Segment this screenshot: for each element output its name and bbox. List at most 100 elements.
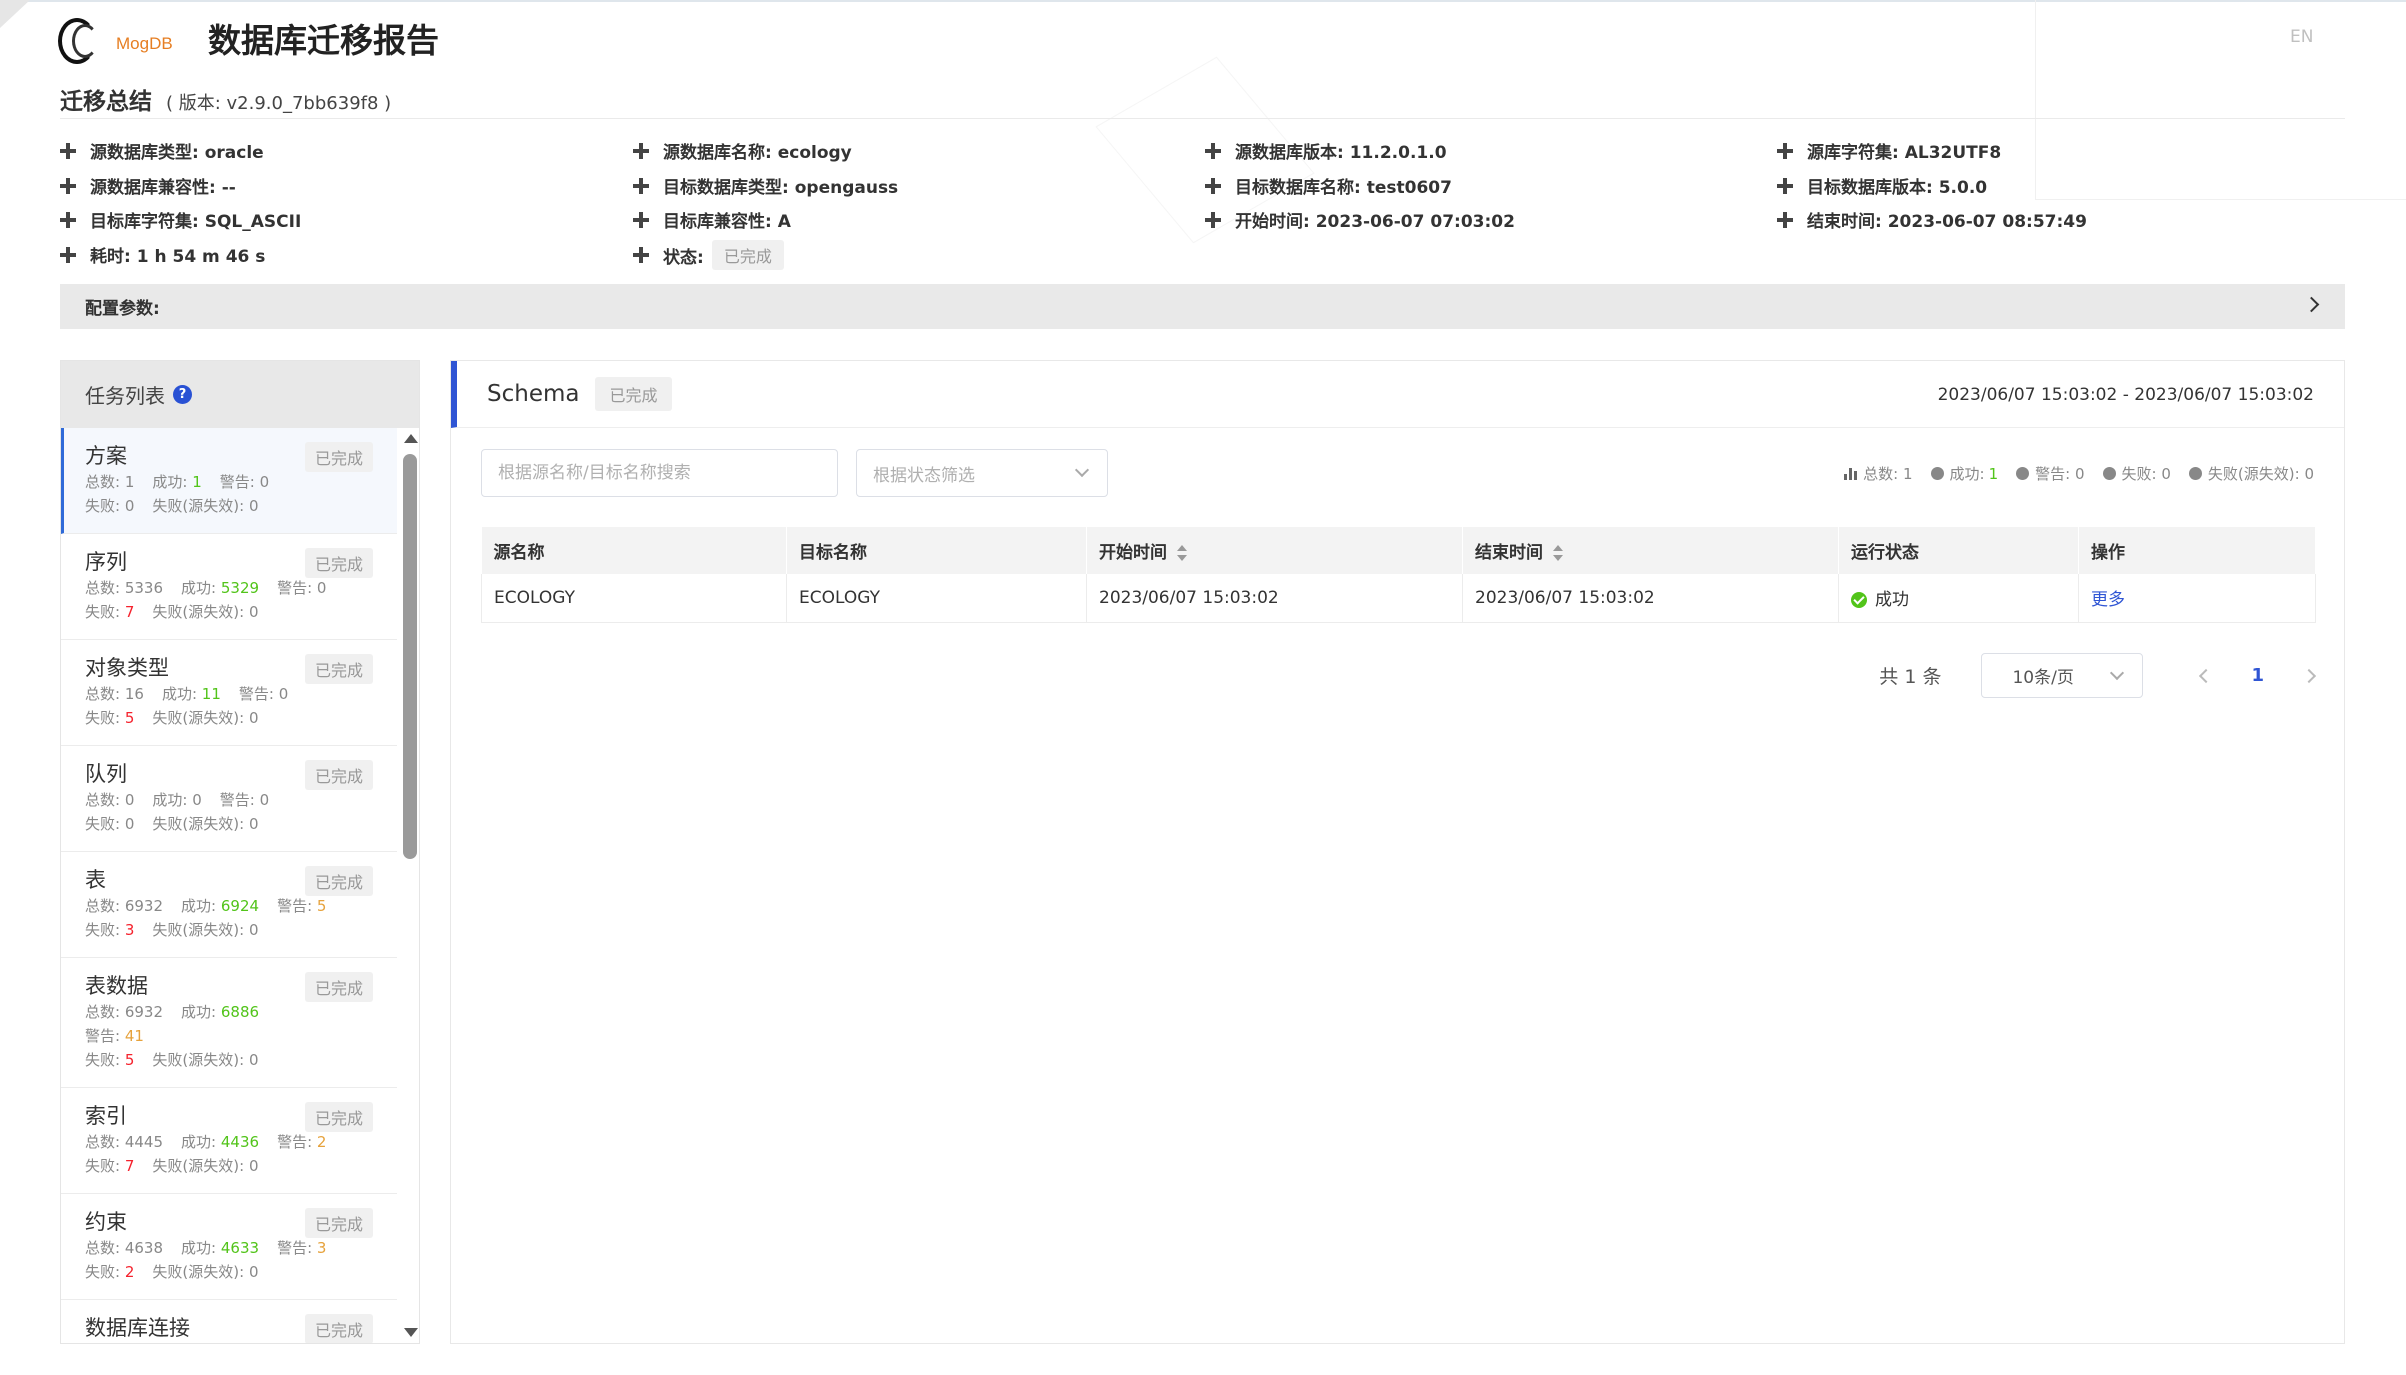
column-header-action: 操作 <box>2078 527 2316 574</box>
cell-status: 成功 <box>1838 574 2079 623</box>
task-list-scrollbar[interactable] <box>400 428 419 1343</box>
divider <box>60 118 2345 119</box>
close-circle-icon <box>2102 467 2116 480</box>
diamond-icon <box>1777 211 1793 228</box>
detail-header: Schema 已完成 2023/06/07 15:03:02 - 2023/06… <box>451 361 2344 428</box>
task-stats: 总数: 4445 成功: 4436 警告: 2 失败: 7 失败(源失效): 0 <box>85 1133 327 1175</box>
cell-end-time: 2023/06/07 15:03:02 <box>1462 574 1839 623</box>
close-circle-icon <box>2188 467 2202 480</box>
cell-target: ECOLOGY <box>786 574 1087 623</box>
config-label: 配置参数: <box>85 299 160 319</box>
summary-title: 迁移总结 ( 版本: v2.9.0_7bb639f8 ) <box>60 82 391 116</box>
task-status-badge: 已完成 <box>304 442 373 472</box>
stat-total: 总数: 1 <box>1844 463 1913 484</box>
page-title: 数据库迁移报告 <box>208 21 439 60</box>
task-item-object-type[interactable]: 对象类型 已完成 总数: 16 成功: 11 警告: 0 失败: 5 失败(源失效):… <box>61 640 397 746</box>
column-header-end-time[interactable]: 结束时间 <box>1462 527 1839 574</box>
warning-circle-icon <box>2016 467 2030 480</box>
mogdb-logo: MogDB <box>58 10 173 66</box>
task-item-constraint[interactable]: 约束 已完成 总数: 4638 成功: 4633 警告: 3 失败: 2 失败(源失效… <box>61 1194 397 1300</box>
column-header-start-time[interactable]: 开始时间 <box>1086 527 1463 574</box>
task-stats: 总数: 6932 成功: 6886 警告: 41 失败: 5 失败(源失效): 0 <box>85 1003 260 1069</box>
pagination: 共 1 条 10条/页 1 <box>1879 653 2317 698</box>
info-source-compat: 源数据库兼容性: -- <box>60 173 236 198</box>
stat-success: 成功: 1 <box>1930 463 1998 484</box>
task-status-badge: 已完成 <box>304 1208 373 1238</box>
task-stats: 总数: 16 成功: 11 警告: 0 失败: 5 失败(源失效): 0 <box>85 685 289 727</box>
cell-action: 更多 <box>2078 574 2316 623</box>
sort-icon[interactable] <box>1553 544 1563 562</box>
scroll-down-arrow-icon[interactable] <box>404 1328 418 1337</box>
background-decoration <box>2035 0 2406 200</box>
task-status-badge: 已完成 <box>304 972 373 1002</box>
diamond-icon <box>1205 142 1221 159</box>
column-header-target: 目标名称 <box>786 527 1087 574</box>
column-header-status: 运行状态 <box>1838 527 2079 574</box>
info-source-db-version: 源数据库版本: 11.2.0.1.0 <box>1205 138 1447 163</box>
check-circle-icon <box>1930 467 1944 480</box>
task-item-index[interactable]: 索引 已完成 总数: 4445 成功: 4436 警告: 2 失败: 7 失败(源失效… <box>61 1088 397 1194</box>
info-start-time: 开始时间: 2023-06-07 07:03:02 <box>1205 207 1515 232</box>
cell-source: ECOLOGY <box>481 574 787 623</box>
info-duration: 耗时: 1 h 54 m 46 s <box>60 242 265 267</box>
cell-start-time: 2023/06/07 15:03:02 <box>1086 574 1463 623</box>
info-source-db-name: 源数据库名称: ecology <box>633 138 852 163</box>
detail-title: Schema <box>487 381 580 407</box>
diamond-icon <box>1205 177 1221 194</box>
info-target-charset: 目标库字符集: SQL_ASCII <box>60 207 301 232</box>
task-item-scheme[interactable]: 方案 已完成 总数: 1 成功: 1 警告: 0 失败: 0 失败(源失效): 0 <box>61 428 397 534</box>
search-input[interactable] <box>481 449 838 497</box>
task-item-queue[interactable]: 队列 已完成 总数: 0 成功: 0 警告: 0 失败: 0 失败(源失效): 0 <box>61 746 397 852</box>
diamond-icon <box>633 247 649 263</box>
bar-chart-icon <box>1844 467 1858 480</box>
task-detail-panel: Schema 已完成 2023/06/07 15:03:02 - 2023/06… <box>450 360 2345 1344</box>
task-item-table-data[interactable]: 表数据 已完成 总数: 6932 成功: 6886 警告: 41 失败: 5 失败(… <box>61 958 397 1088</box>
detail-stats: 总数: 1 成功: 1 警告: 0 失败: 0 失败(源失效): 0 <box>1844 463 2314 484</box>
stat-fail: 失败: 0 <box>2102 463 2171 484</box>
sort-icon[interactable] <box>1177 544 1187 562</box>
diamond-icon <box>1777 142 1793 159</box>
task-stats: 总数: 5336 成功: 5329 警告: 0 失败: 7 失败(源失效): 0 <box>85 579 327 621</box>
chevron-down-icon <box>2110 665 2125 681</box>
more-link[interactable]: 更多 <box>2091 590 2125 610</box>
detail-time-range: 2023/06/07 15:03:02 - 2023/06/07 15:03:0… <box>1937 385 2314 405</box>
detail-status-badge: 已完成 <box>595 377 672 411</box>
task-item-table[interactable]: 表 已完成 总数: 6932 成功: 6924 警告: 5 失败: 3 失败(源失效)… <box>61 852 397 958</box>
info-source-charset: 源库字符集: AL32UTF8 <box>1777 138 2001 163</box>
config-params-bar[interactable]: 配置参数: <box>60 284 2345 329</box>
help-icon[interactable]: ? <box>173 385 192 404</box>
task-list-title: 任务列表 <box>85 384 165 408</box>
page-size-select[interactable]: 10条/页 <box>1981 653 2144 698</box>
task-status-badge: 已完成 <box>304 548 373 578</box>
info-target-db-name: 目标数据库名称: test0607 <box>1205 173 1452 198</box>
stat-fail-source: 失败(源失效): 0 <box>2188 463 2314 484</box>
result-table: 源名称 目标名称 开始时间 结束时间 运行状态 操作 ECOLOGY ECOLO… <box>481 527 2316 623</box>
task-status-badge: 已完成 <box>304 654 373 684</box>
task-status-badge: 已完成 <box>304 866 373 896</box>
success-check-icon <box>1851 592 1867 609</box>
task-stats: 总数: 0 成功: 0 警告: 0 失败: 0 失败(源失效): 0 <box>85 791 270 833</box>
chevron-right-icon[interactable] <box>2303 296 2320 313</box>
scroll-thumb[interactable] <box>403 454 417 859</box>
task-list: 方案 已完成 总数: 1 成功: 1 警告: 0 失败: 0 失败(源失效): 0 序… <box>61 428 397 1343</box>
prev-page-icon[interactable] <box>2199 668 2214 683</box>
next-page-icon[interactable] <box>2301 668 2317 683</box>
status-filter-select[interactable]: 根据状态筛选 <box>856 449 1108 497</box>
diamond-icon <box>1205 211 1221 228</box>
page-number-current[interactable]: 1 <box>2251 665 2264 686</box>
task-list-panel: 任务列表 ? 方案 已完成 总数: 1 成功: 1 警告: 0 失败: 0 失败(源失… <box>60 360 420 1344</box>
task-stats: 总数: 1 成功: 1 警告: 0 失败: 0 失败(源失效): 0 <box>85 473 270 515</box>
diamond-icon <box>60 246 76 263</box>
status-filter-placeholder: 根据状态筛选 <box>873 465 975 486</box>
pagination-total: 共 1 条 <box>1879 666 1942 688</box>
summary-heading: 迁移总结 <box>60 89 152 115</box>
task-stats: 总数: 6932 成功: 6924 警告: 5 失败: 3 失败(源失效): 0 <box>85 897 327 939</box>
language-switch[interactable]: EN <box>2290 27 2313 47</box>
scroll-up-arrow-icon[interactable] <box>404 434 418 443</box>
task-item-sequence[interactable]: 序列 已完成 总数: 5336 成功: 5329 警告: 0 失败: 7 失败(源失效… <box>61 534 397 640</box>
table-header-row: 源名称 目标名称 开始时间 结束时间 运行状态 操作 <box>481 527 2316 574</box>
diamond-icon <box>633 142 649 159</box>
report-header: MogDB 数据库迁移报告 <box>58 8 439 68</box>
column-header-source: 源名称 <box>481 527 787 574</box>
task-item-db-link[interactable]: 数据库连接 已完成 <box>61 1300 397 1343</box>
